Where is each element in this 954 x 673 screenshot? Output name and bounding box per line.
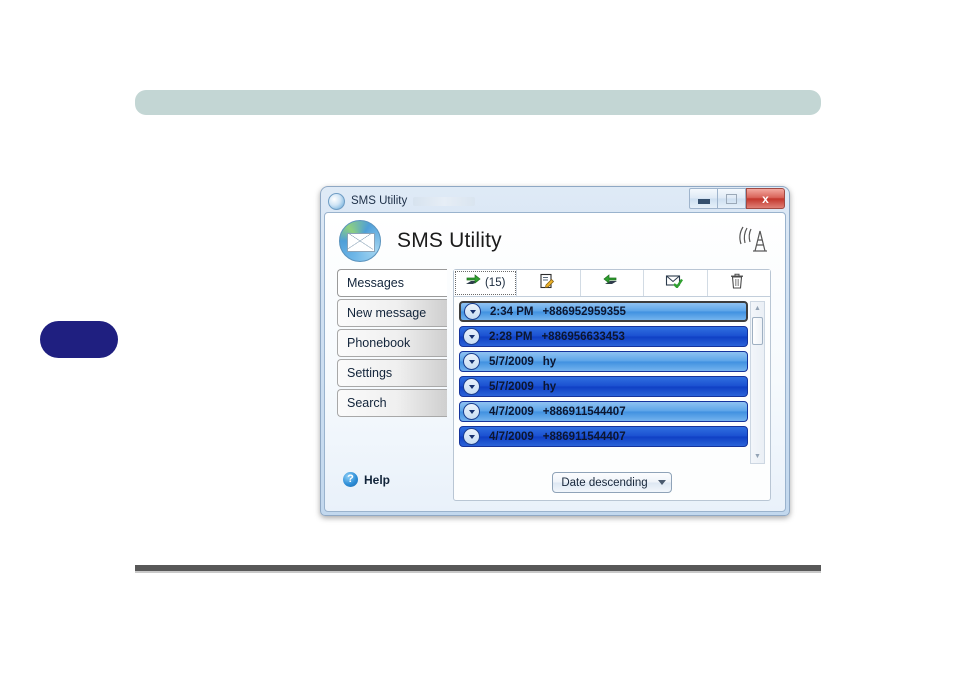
sort-order-select[interactable]: Date descending <box>552 472 672 493</box>
app-surface: SMS Utility Messages New message Phonebo… <box>324 212 786 512</box>
antenna-tower-icon <box>733 221 771 261</box>
window-controls: x <box>689 188 785 209</box>
page-footer-rule <box>135 565 821 573</box>
app-content: Messages New message Phonebook Settings … <box>325 269 785 511</box>
tab-outbox[interactable] <box>580 270 645 296</box>
tab-trash[interactable] <box>707 270 771 296</box>
question-mark-icon: ? <box>343 472 358 487</box>
help-label: Help <box>364 472 391 487</box>
sent-check-icon <box>665 273 683 293</box>
table-row[interactable]: 5/7/2009 hy <box>459 351 748 372</box>
sidebar-item-label: Search <box>347 396 387 410</box>
sort-control-area: Date descending <box>454 472 770 493</box>
sidebar-item-new-message[interactable]: New message <box>337 299 447 327</box>
chevron-down-icon[interactable] <box>463 328 480 345</box>
app-heading: SMS Utility <box>397 229 502 252</box>
chevron-down-icon[interactable] <box>464 303 481 320</box>
chevron-down-icon <box>657 480 666 485</box>
app-header: SMS Utility <box>325 213 785 269</box>
message-sender: +886956633453 <box>541 330 625 343</box>
table-row[interactable]: 5/7/2009 hy <box>459 376 748 397</box>
sidebar-item-settings[interactable]: Settings <box>337 359 447 387</box>
sidebar-item-label: New message <box>347 306 427 320</box>
draft-pencil-icon <box>539 273 555 294</box>
sidebar-item-phonebook[interactable]: Phonebook <box>337 329 447 357</box>
chevron-down-icon[interactable] <box>463 378 480 395</box>
window-title: SMS Utility <box>351 195 408 207</box>
scrollbar-thumb[interactable] <box>752 317 763 345</box>
sms-utility-window: SMS Utility x SMS Utility Messages New m… <box>320 186 790 516</box>
outbox-arrow-icon <box>602 273 619 293</box>
sidebar-item-search[interactable]: Search <box>337 389 447 417</box>
message-sender: +886911544407 <box>542 405 626 418</box>
maximize-button[interactable] <box>718 188 746 209</box>
trash-bin-icon <box>730 273 744 294</box>
message-list-area: 2:34 PM +886952959355 2:28 PM +886956633… <box>459 301 765 464</box>
inbox-arrow-icon <box>465 273 482 293</box>
table-row[interactable]: 2:34 PM +886952959355 <box>459 301 748 322</box>
window-icon <box>328 192 345 210</box>
table-row[interactable]: 4/7/2009 +886911544407 <box>459 426 748 447</box>
message-time: 5/7/2009 <box>489 355 534 368</box>
page-header-bar <box>135 90 821 115</box>
scroll-down-button[interactable]: ▼ <box>751 450 764 463</box>
sidebar-item-label: Phonebook <box>347 336 411 350</box>
message-sender: +886911544407 <box>542 430 626 443</box>
scroll-up-button[interactable]: ▲ <box>751 302 764 315</box>
message-time: 2:34 PM <box>490 305 534 318</box>
list-scrollbar[interactable]: ▲ ▼ <box>750 301 765 464</box>
message-sender: +886952959355 <box>542 305 626 318</box>
maximize-icon <box>726 193 737 204</box>
minimize-icon <box>697 199 710 204</box>
window-titlebar: SMS Utility x <box>324 188 786 212</box>
globe-envelope-icon <box>339 220 381 262</box>
tab-drafts[interactable] <box>517 270 581 296</box>
side-chapter-tab <box>40 321 118 358</box>
message-time: 5/7/2009 <box>489 380 534 393</box>
close-button[interactable]: x <box>746 188 785 209</box>
minimize-button[interactable] <box>689 188 718 209</box>
tab-inbox[interactable]: (15) <box>454 270 518 296</box>
messages-panel: (15) 2:34 PM +886952959355 2:28 PM +8869… <box>453 269 771 501</box>
sidebar-item-label: Settings <box>347 366 393 380</box>
chevron-down-icon[interactable] <box>463 353 480 370</box>
title-redacted-region <box>413 196 476 206</box>
message-time: 4/7/2009 <box>489 430 534 443</box>
inbox-count: (15) <box>484 277 506 289</box>
sidebar-item-label: Messages <box>347 276 404 290</box>
sidebar-nav: Messages New message Phonebook Settings … <box>337 269 447 501</box>
table-row[interactable]: 2:28 PM +886956633453 <box>459 326 748 347</box>
tab-sent[interactable] <box>644 270 708 296</box>
sidebar-item-messages[interactable]: Messages <box>337 269 447 297</box>
help-link[interactable]: ? Help <box>343 472 390 487</box>
message-sender: hy <box>542 355 557 368</box>
table-row[interactable]: 4/7/2009 +886911544407 <box>459 401 748 422</box>
message-sender: hy <box>542 380 557 393</box>
folder-tabs: (15) <box>454 270 771 297</box>
message-time: 4/7/2009 <box>489 405 534 418</box>
sort-order-value: Date descending <box>561 476 648 489</box>
message-list: 2:34 PM +886952959355 2:28 PM +886956633… <box>459 301 748 464</box>
message-time: 2:28 PM <box>489 330 533 343</box>
chevron-down-icon[interactable] <box>463 403 480 420</box>
chevron-down-icon[interactable] <box>463 428 480 445</box>
